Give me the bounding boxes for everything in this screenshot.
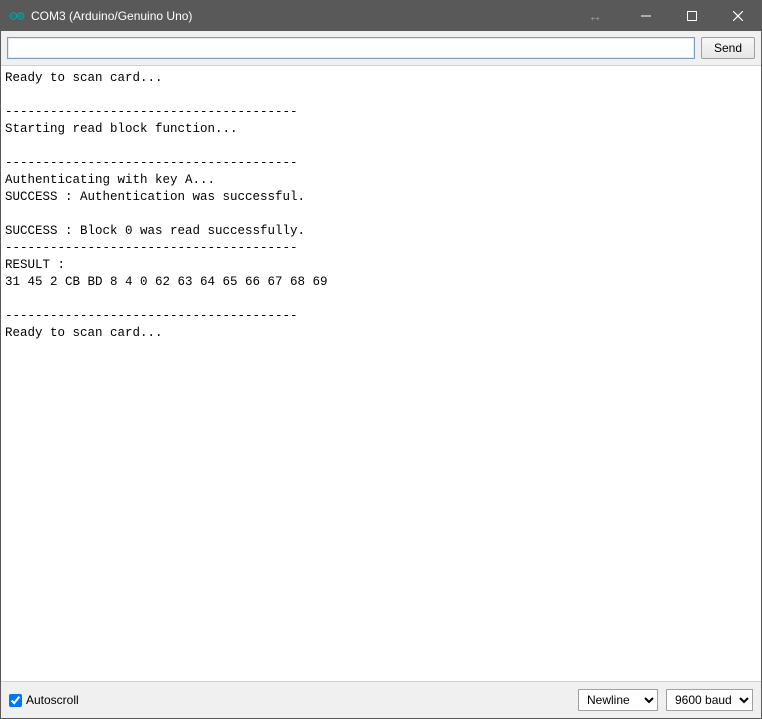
- resize-grip-icon: ↔: [587, 8, 603, 24]
- send-button[interactable]: Send: [701, 37, 755, 59]
- serial-input[interactable]: [7, 37, 695, 59]
- autoscroll-label: Autoscroll: [26, 693, 79, 707]
- titlebar: COM3 (Arduino/Genuino Uno) ↔: [1, 1, 761, 31]
- serial-output-text: Ready to scan card... ------------------…: [5, 70, 757, 342]
- minimize-button[interactable]: [623, 1, 669, 31]
- arduino-icon: [9, 8, 25, 24]
- line-ending-select[interactable]: Newline: [578, 689, 658, 711]
- autoscroll-checkbox[interactable]: [9, 694, 22, 707]
- close-button[interactable]: [715, 1, 761, 31]
- input-toolbar: Send: [1, 31, 761, 65]
- serial-output-area[interactable]: Ready to scan card... ------------------…: [1, 65, 761, 682]
- window-title: COM3 (Arduino/Genuino Uno): [31, 9, 192, 23]
- serial-monitor-window: COM3 (Arduino/Genuino Uno) ↔ Send Ready …: [0, 0, 762, 719]
- maximize-button[interactable]: [669, 1, 715, 31]
- status-bar: Autoscroll Newline 9600 baud: [1, 682, 761, 718]
- baud-rate-select[interactable]: 9600 baud: [666, 689, 753, 711]
- autoscroll-checkbox-wrap[interactable]: Autoscroll: [9, 693, 79, 707]
